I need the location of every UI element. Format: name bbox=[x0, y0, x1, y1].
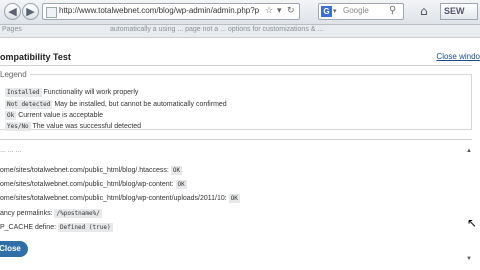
check-row: ome/sites/totalwebnet.com/public_html/bl… bbox=[0, 194, 240, 203]
scroll-down-icon[interactable]: ▼ bbox=[466, 256, 472, 262]
check-row: P_CACHE define: Defined (true) bbox=[0, 223, 113, 232]
legend-text: Current value is acceptable bbox=[18, 112, 104, 119]
legend-item: Installed Functionality will work proper… bbox=[5, 88, 139, 97]
home-icon[interactable]: ⌂ bbox=[420, 4, 433, 18]
legend-code: Yes/No bbox=[5, 122, 31, 131]
divider bbox=[0, 65, 472, 66]
check-label: ome/sites/totalwebnet.com/public_html/bl… bbox=[0, 181, 174, 188]
legend-code: Not detected bbox=[5, 100, 53, 109]
url-text[interactable]: http://www.totalwebnet.com/blog/wp-admin… bbox=[59, 6, 259, 15]
check-status: OK bbox=[175, 180, 187, 189]
modal-title: ompatibility Test bbox=[0, 52, 71, 62]
browser-toolbar: ◀ ▶ http://www.totalwebnet.com/blog/wp-a… bbox=[0, 0, 480, 25]
legend-code: Installed bbox=[5, 88, 42, 97]
legend-item: Not detected May be installed, but canno… bbox=[5, 100, 227, 109]
legend-item: Ok Current value is acceptable bbox=[5, 111, 104, 120]
check-status: /%postname%/ bbox=[54, 209, 102, 218]
close-button[interactable]: Close bbox=[0, 241, 28, 257]
address-bar[interactable]: http://www.totalwebnet.com/blog/wp-admin… bbox=[42, 3, 300, 20]
profile-button[interactable]: SEW bbox=[440, 3, 478, 20]
check-label: ome/sites/totalwebnet.com/public_html/bl… bbox=[0, 195, 227, 202]
background-text: automatically a using ... page not a ...… bbox=[110, 26, 324, 33]
search-input[interactable]: Google bbox=[343, 6, 369, 15]
search-engine-icon[interactable]: G bbox=[321, 6, 332, 17]
compatibility-modal: ompatibility Test Close windo Legend Ins… bbox=[0, 38, 480, 270]
check-row: ancy permalinks: /%postname%/ bbox=[0, 209, 102, 218]
check-status: OK bbox=[170, 166, 183, 175]
divider bbox=[0, 139, 472, 140]
mouse-cursor-icon: ↖ bbox=[467, 216, 478, 230]
close-window-link[interactable]: Close windo bbox=[436, 52, 480, 61]
check-row: ome/sites/totalwebnet.com/public_html/bl… bbox=[0, 180, 187, 189]
legend-text: May be installed, but cannot be automati… bbox=[54, 101, 227, 108]
legend-code: Ok bbox=[5, 111, 17, 120]
legend-title: Legend bbox=[0, 70, 30, 79]
chevron-down-icon[interactable]: ▾ bbox=[277, 6, 282, 16]
reload-icon[interactable]: ↻ bbox=[287, 6, 295, 16]
forward-arrow-icon[interactable]: ▶ bbox=[22, 3, 39, 20]
legend-item: Yes/No The value was successful detected bbox=[5, 122, 142, 131]
section-heading: ... ... ... bbox=[0, 147, 22, 154]
favicon-icon bbox=[46, 7, 57, 18]
legend-text: Functionality will work properly bbox=[43, 89, 139, 96]
star-icon[interactable]: ☆ bbox=[265, 6, 273, 16]
legend-text: The value was successful detected bbox=[32, 123, 142, 130]
check-status: OK bbox=[228, 194, 240, 203]
check-label: P_CACHE define: bbox=[0, 224, 57, 231]
search-icon[interactable]: ⚲ bbox=[389, 5, 396, 16]
back-arrow-icon[interactable]: ◀ bbox=[4, 3, 21, 20]
legend-fieldset: Legend Installed Functionality will work… bbox=[0, 70, 472, 131]
chevron-down-icon[interactable]: ▾ bbox=[333, 7, 337, 15]
check-label: ancy permalinks: bbox=[0, 210, 53, 217]
scrollbar[interactable]: ▲ ▼ bbox=[466, 148, 472, 262]
scroll-up-icon[interactable]: ▲ bbox=[466, 148, 472, 154]
background-text: Pages bbox=[2, 26, 22, 33]
check-row: ome/sites/totalwebnet.com/public_html/bl… bbox=[0, 166, 183, 175]
search-bar[interactable]: G ▾ Google ⚲ bbox=[318, 3, 404, 20]
check-status: Defined (true) bbox=[57, 223, 113, 232]
check-label: ome/sites/totalwebnet.com/public_html/bl… bbox=[0, 167, 169, 174]
background-page-strip: Pages automatically a using ... page not… bbox=[0, 25, 480, 38]
